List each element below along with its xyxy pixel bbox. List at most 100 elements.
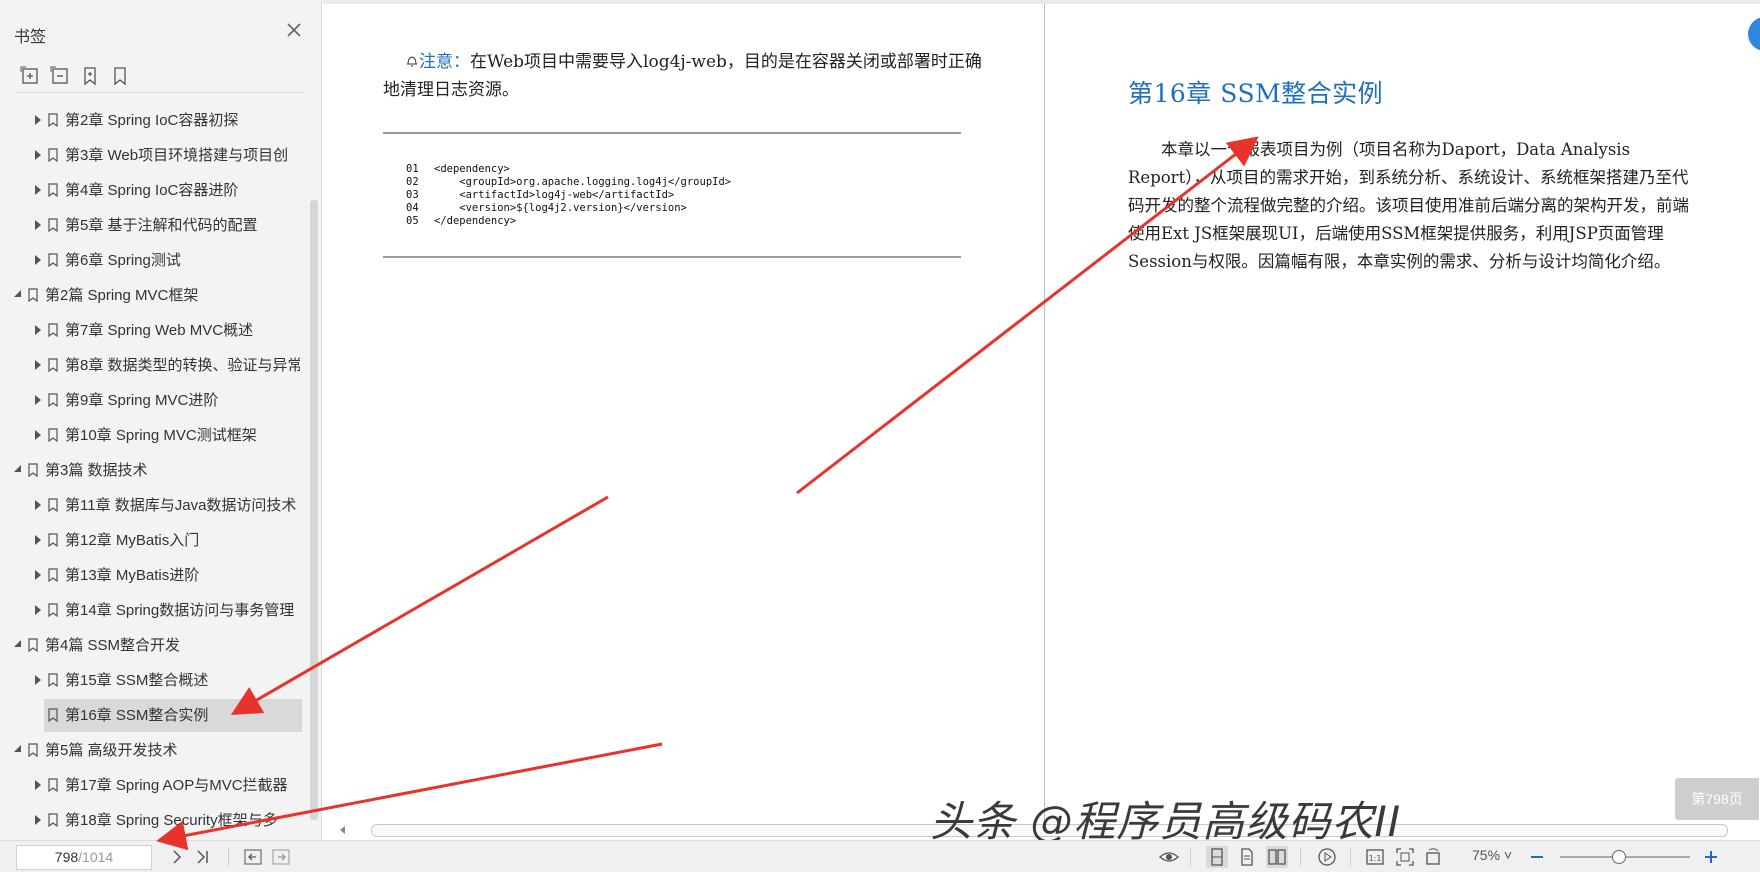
bookmark-chapter[interactable]: 第16章 SSM整合实例: [44, 699, 302, 732]
collapsed-triangle-icon[interactable]: [34, 524, 44, 557]
bookmark-label: 第16章 SSM整合实例: [65, 707, 209, 724]
bookmark-part[interactable]: 第4篇 SSM整合开发: [0, 629, 300, 662]
play-icon[interactable]: [1316, 846, 1338, 868]
bookmark-icon: [28, 734, 40, 767]
collapsed-triangle-icon[interactable]: [34, 314, 44, 347]
bookmark-icon: [48, 384, 60, 417]
expanded-triangle-icon[interactable]: [14, 629, 24, 662]
collapsed-triangle-icon[interactable]: [34, 104, 44, 137]
collapsed-triangle-icon[interactable]: [34, 244, 44, 277]
collapsed-triangle-icon[interactable]: [34, 664, 44, 697]
next-page-icon[interactable]: [166, 846, 188, 868]
sidebar-title: 书签: [14, 29, 47, 46]
sidebar-header: 书签: [0, 0, 322, 62]
bookmark-icon: [48, 769, 60, 802]
bookmark-chapter[interactable]: 第6章 Spring测试: [0, 244, 300, 277]
collapsed-triangle-icon[interactable]: [34, 209, 44, 242]
rotate-icon[interactable]: [1422, 846, 1444, 868]
bookmark-label: 第3篇 数据技术: [45, 462, 148, 479]
continuous-page-icon[interactable]: [1236, 846, 1258, 868]
expanded-triangle-icon[interactable]: [14, 279, 24, 312]
bookmark-icon: [48, 594, 60, 627]
zoom-slider-handle[interactable]: [1612, 850, 1626, 864]
bookmark-chapter[interactable]: 第9章 Spring MVC进阶: [0, 384, 300, 417]
code-line: 02 <groupId>org.apache.logging.log4j</gr…: [406, 176, 731, 189]
page-number-input[interactable]: 798/1014: [16, 845, 152, 870]
document-view: 注意：在Web项目中需要导入log4j-web，目的是在容器关闭或部署时正确地清…: [323, 0, 1760, 840]
bookmark-label: 第14章 Spring数据访问与事务管理: [65, 602, 295, 619]
expanded-triangle-icon[interactable]: [14, 734, 24, 767]
bookmark-label: 第4篇 SSM整合开发: [45, 637, 181, 654]
bookmark-icon: [48, 349, 60, 382]
bookmark-chapter[interactable]: 第7章 Spring Web MVC概述: [0, 314, 300, 347]
bookmark-icon: [48, 174, 60, 207]
collapsed-triangle-icon[interactable]: [34, 349, 44, 382]
bookmark-chapter[interactable]: 第13章 MyBatis进阶: [0, 559, 300, 592]
collapsed-triangle-icon[interactable]: [34, 384, 44, 417]
collapsed-triangle-icon[interactable]: [34, 559, 44, 592]
bookmark-chapter[interactable]: 第10章 Spring MVC测试框架: [0, 419, 300, 452]
bookmark-chapter[interactable]: 第3章 Web项目环境搭建与项目创: [0, 139, 300, 172]
bookmark-chapter[interactable]: 第15章 SSM整合概述: [0, 664, 300, 697]
bookmark-label: 第5章 基于注解和代码的配置: [65, 217, 258, 234]
zoom-in-icon[interactable]: [1700, 846, 1722, 868]
avatar[interactable]: [1748, 17, 1760, 51]
code-rule-bottom: [383, 256, 961, 258]
bookmark-chapter[interactable]: 第18章 Spring Security框架与多: [0, 804, 300, 837]
bookmark-chapter[interactable]: 第14章 Spring数据访问与事务管理: [0, 594, 300, 627]
zoom-out-icon[interactable]: [1526, 846, 1548, 868]
bookmark-sidebar: 书签 第2章 Spring IoC容器初探 第3章 Web项目环境搭建与项目创第4…: [0, 0, 322, 840]
separator: [1350, 848, 1351, 866]
collapsed-triangle-icon[interactable]: [34, 139, 44, 172]
zoom-value: 75%: [1472, 847, 1501, 863]
actual-size-icon[interactable]: 1:1: [1364, 846, 1386, 868]
two-page-icon[interactable]: [1266, 846, 1288, 868]
collapsed-triangle-icon[interactable]: [34, 594, 44, 627]
scroll-left-icon[interactable]: [337, 824, 349, 836]
collapsed-triangle-icon[interactable]: [34, 419, 44, 452]
bookmark-label: 第4章 Spring IoC容器进阶: [65, 182, 239, 199]
bookmark-label: 第18章 Spring Security框架与多: [65, 812, 278, 829]
last-page-icon[interactable]: [192, 846, 214, 868]
zoom-dropdown[interactable]: 75% ˅: [1472, 847, 1512, 863]
single-page-icon[interactable]: [1206, 846, 1228, 868]
bookmark-chapter[interactable]: 第17章 Spring AOP与MVC拦截器: [0, 769, 300, 802]
bookmark-chapter[interactable]: 第4章 Spring IoC容器进阶: [0, 174, 300, 207]
code-text: <version>${log4j2.version}</version>: [434, 202, 687, 214]
close-icon[interactable]: [284, 20, 304, 40]
eye-icon[interactable]: [1158, 846, 1180, 868]
bookmark-chapter[interactable]: 第11章 数据库与Java数据访问技术: [0, 489, 300, 522]
bookmark-part[interactable]: 第3篇 数据技术: [0, 454, 300, 487]
sidebar-scrollbar[interactable]: [310, 200, 318, 820]
code-block: 01 <dependency> 02 <groupId>org.apache.log…: [406, 163, 731, 228]
back-icon[interactable]: [242, 846, 264, 868]
collapsed-triangle-icon[interactable]: [34, 769, 44, 802]
bookmark-chapter[interactable]: 第2章 Spring IoC容器初探: [0, 104, 300, 137]
chapter-body: 本章以一个报表项目为例（项目名称为Daport，Data Analysis Re…: [1128, 140, 1689, 271]
fit-page-icon[interactable]: [1394, 846, 1416, 868]
expanded-triangle-icon[interactable]: [14, 454, 24, 487]
bookmark-chapter[interactable]: 第8章 数据类型的转换、验证与异常: [0, 349, 300, 382]
current-page: 798: [54, 849, 79, 865]
svg-text:1:1: 1:1: [1369, 854, 1382, 863]
expand-all-icon[interactable]: [18, 64, 42, 88]
bookmark-chapter[interactable]: 第12章 MyBatis入门: [0, 524, 300, 557]
bookmark-icon: [28, 279, 40, 312]
add-bookmark-icon[interactable]: [78, 64, 102, 88]
top-strip: [323, 0, 1760, 4]
bookmark-part[interactable]: 第2篇 Spring MVC框架: [0, 279, 300, 312]
collapsed-triangle-icon[interactable]: [34, 174, 44, 207]
bookmark-part[interactable]: 第5篇 高级开发技术: [0, 734, 300, 767]
code-text: <artifactId>log4j-web</artifactId>: [434, 189, 675, 201]
bookmark-chapter[interactable]: 第5章 基于注解和代码的配置: [0, 209, 300, 242]
bookmark-icon: [48, 699, 60, 732]
collapse-all-icon[interactable]: [48, 64, 72, 88]
code-line: 05 </dependency>: [406, 215, 731, 228]
collapsed-triangle-icon[interactable]: [34, 489, 44, 522]
bookmark-icon: [48, 489, 60, 522]
code-text: <groupId>org.apache.logging.log4j</group…: [434, 176, 732, 188]
forward-icon[interactable]: [270, 846, 292, 868]
collapsed-triangle-icon[interactable]: [34, 804, 44, 837]
bookmark-icon[interactable]: [108, 64, 132, 88]
bookmark-icon: [48, 209, 60, 242]
